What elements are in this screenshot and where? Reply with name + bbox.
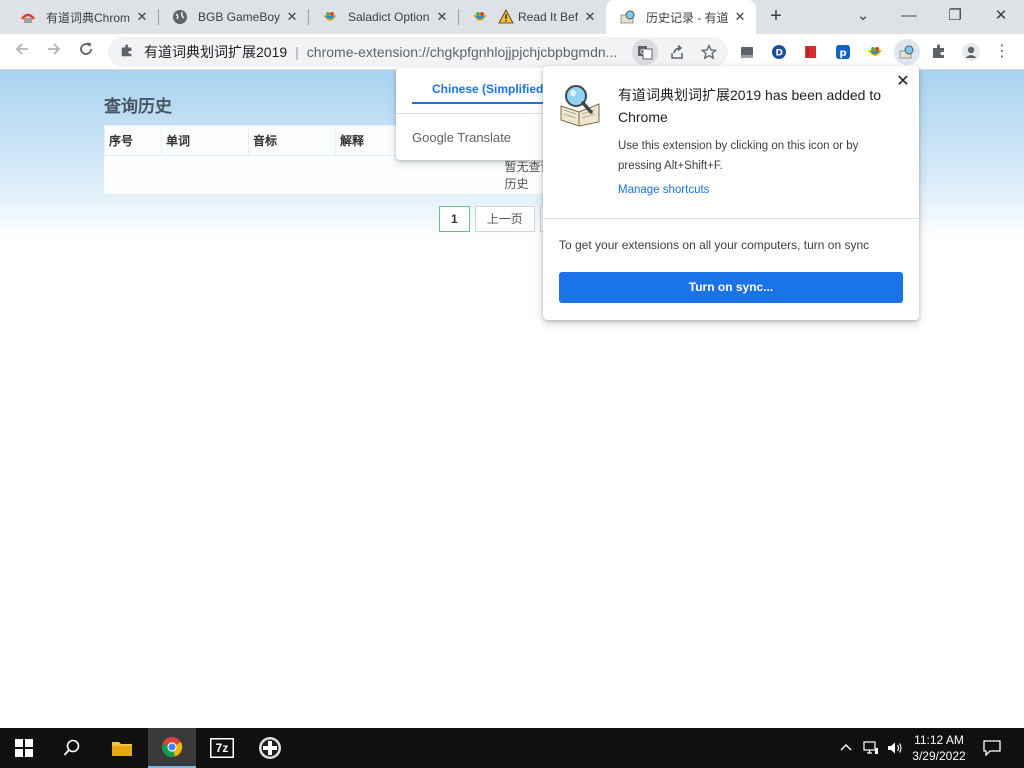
gamepad-taskbar-button[interactable] [246, 728, 294, 768]
new-tab-button[interactable]: + [764, 5, 788, 29]
system-clock[interactable]: 11:12 AM 3/29/2022 [904, 732, 974, 764]
turn-on-sync-button[interactable]: Turn on sync... [559, 272, 903, 303]
svg-text:D: D [776, 49, 783, 59]
arrow-right-icon [48, 43, 61, 55]
tab-title: Saladict Options [348, 10, 430, 24]
saladict-extension-icon[interactable] [862, 39, 888, 65]
url-separator: | [295, 44, 299, 60]
column-header-index: 序号 [104, 125, 162, 156]
red-book-extension-icon[interactable] [798, 39, 824, 65]
google-translate-label: Google Translate [412, 130, 512, 145]
tab-history-active[interactable]: 历史记录 - 有道 ✕ [606, 0, 756, 34]
tab-youdao-chrome[interactable]: 有道词典Chrome ✕ [6, 0, 158, 34]
saladict-icon [472, 9, 488, 25]
extension-added-dialog: ✕ 有道词典划词扩展2019 has been added to Chrome … [543, 66, 919, 320]
close-window-button[interactable]: ✕ [978, 0, 1024, 34]
svg-text:p: p [840, 48, 847, 59]
page-title: 查询历史 [104, 97, 172, 116]
browser-toolbar: 有道词典划词扩展2019 | chrome-extension://chgkpf… [0, 34, 1024, 70]
site-name: 有道词典划词扩展2019 [144, 44, 288, 60]
page-button-current[interactable]: 1 [439, 206, 470, 232]
tab-strip: 有道词典Chrome ✕ BGB GameBoy E ✕ Saladict Op… [0, 0, 1024, 34]
tab-title: 历史记录 - 有道 [646, 10, 728, 25]
windows-taskbar: 7z 11:12 AM 3/29/2022 [0, 728, 1024, 768]
close-icon[interactable]: ✕ [582, 9, 598, 25]
notification-icon[interactable] [978, 728, 1006, 768]
p-extension-icon[interactable]: p [830, 39, 856, 65]
restore-button[interactable]: ❐ [932, 0, 978, 34]
chrome-icon [162, 737, 183, 757]
d-extension-icon[interactable]: D [766, 39, 792, 65]
arrow-left-icon [15, 43, 28, 55]
prev-page-button[interactable]: 上一页 [474, 206, 535, 232]
clock-time: 11:12 AM [914, 733, 964, 747]
saladict-icon [322, 9, 338, 25]
book-extension-icon[interactable] [734, 39, 760, 65]
url-text[interactable]: chrome-extension://chgkpfgnhlojjpjchjcbp… [307, 44, 632, 60]
gamepad-icon [259, 737, 281, 759]
start-button[interactable] [0, 728, 48, 768]
dialog-heading: 有道词典划词扩展2019 has been added to Chrome [618, 87, 882, 125]
divider [396, 113, 556, 114]
volume-icon[interactable] [884, 728, 906, 768]
pagination: 1 上一页 [439, 206, 554, 232]
youdao-dict-icon [620, 9, 636, 25]
7zip-taskbar-button[interactable]: 7z [198, 728, 246, 768]
tab-bgb-gameboy[interactable]: BGB GameBoy E ✕ [158, 0, 308, 34]
column-header-phonetic: 音标 [248, 125, 336, 156]
tab-read-it-before[interactable]: Read It Before ✕ [458, 0, 606, 34]
close-icon[interactable]: ✕ [134, 9, 150, 25]
tab-title: Read It Before [518, 10, 578, 24]
reload-icon [80, 42, 92, 55]
column-header-word: 单词 [161, 125, 249, 156]
share-icon[interactable] [664, 39, 690, 65]
sync-description: To get your extensions on all your compu… [559, 238, 870, 252]
youdao-extension-icon[interactable] [894, 39, 920, 65]
tab-title: BGB GameBoy E [198, 10, 280, 24]
forward-button[interactable] [42, 40, 66, 64]
star-icon[interactable] [696, 39, 722, 65]
svg-text:G: G [640, 48, 645, 56]
windows-logo-icon [15, 739, 33, 757]
network-icon[interactable] [860, 728, 882, 768]
chevron-up-icon[interactable] [836, 728, 856, 768]
reload-button[interactable] [74, 40, 98, 64]
tab-chinese-simplified[interactable]: Chinese (Simplified) [412, 74, 552, 104]
profile-avatar-icon[interactable] [958, 39, 984, 65]
empty-message: 暂无查询历史 [104, 155, 564, 194]
puzzle-icon [120, 43, 136, 61]
clock-date: 3/29/2022 [912, 749, 966, 763]
close-icon[interactable]: ✕ [434, 9, 450, 25]
translate-bubble: Chinese (Simplified) Google Translate [396, 68, 556, 160]
search-button[interactable] [48, 728, 96, 768]
dialog-body-text: Use this extension by clicking on this i… [618, 140, 859, 172]
warning-icon [498, 9, 514, 25]
close-icon[interactable]: ✕ [732, 9, 748, 25]
divider [543, 218, 919, 219]
7zip-label: 7z [215, 741, 229, 755]
globe-icon [172, 9, 188, 25]
youdao-icon [20, 9, 36, 25]
tab-saladict-options[interactable]: Saladict Options ✕ [308, 0, 458, 34]
puzzle-icon[interactable] [926, 39, 952, 65]
translate-icon[interactable]: G [632, 39, 658, 65]
back-button[interactable] [10, 40, 34, 64]
close-icon[interactable]: ✕ [284, 9, 300, 25]
manage-shortcuts-link[interactable]: Manage shortcuts [618, 184, 709, 196]
address-bar[interactable]: 有道词典划词扩展2019 | chrome-extension://chgkpf… [108, 37, 728, 67]
search-icon [63, 739, 80, 756]
chrome-taskbar-button[interactable] [148, 728, 196, 768]
folder-icon [112, 742, 132, 756]
kebab-menu-icon[interactable]: ⋮ [990, 39, 1014, 65]
minimize-button[interactable]: — [886, 0, 932, 34]
file-explorer-button[interactable] [98, 728, 146, 768]
extensions-bar: D p [734, 39, 952, 65]
tab-search-button[interactable]: ⌄ [840, 0, 886, 34]
tab-title: 有道词典Chrome [46, 10, 130, 25]
youdao-dictionary-icon [557, 82, 603, 128]
